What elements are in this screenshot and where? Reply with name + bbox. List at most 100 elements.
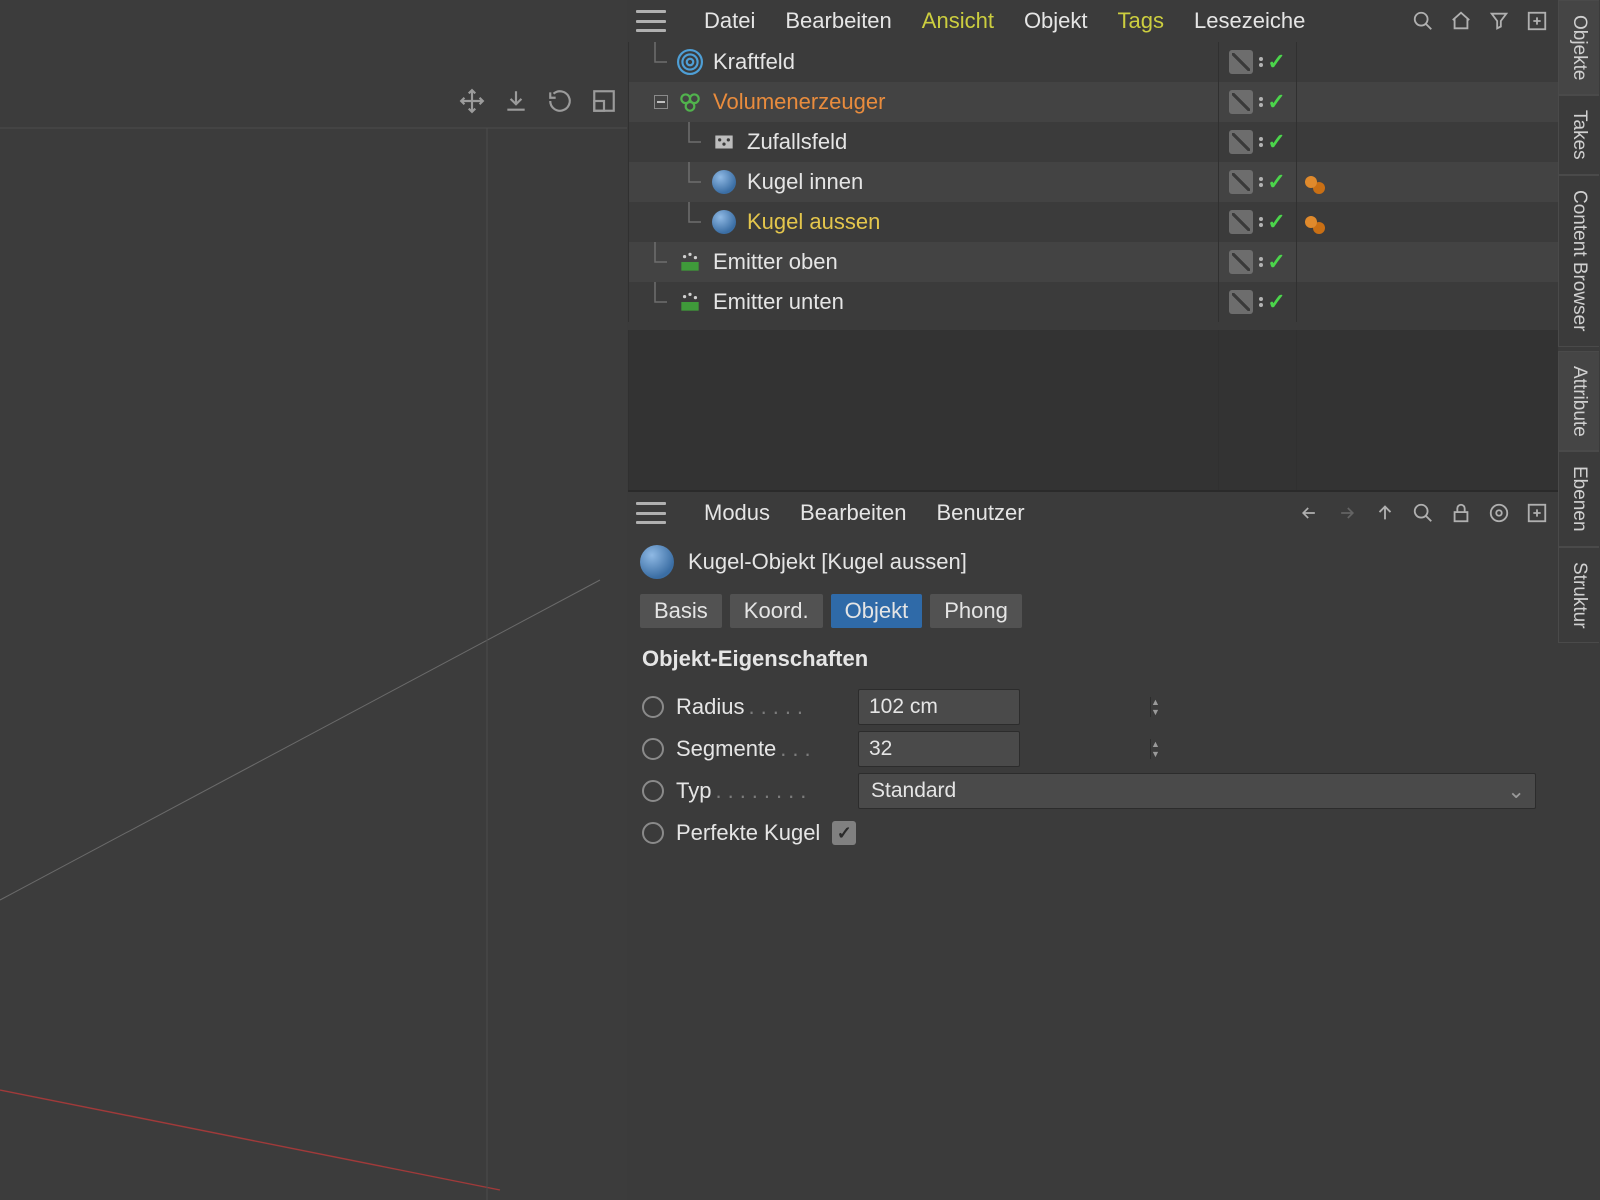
- tag-cell[interactable]: [1296, 242, 1336, 282]
- target-icon[interactable]: [1486, 500, 1512, 526]
- object-label[interactable]: Emitter unten: [713, 289, 844, 315]
- refresh-icon[interactable]: [545, 86, 575, 116]
- menu-bookmarks[interactable]: Lesezeiche: [1194, 8, 1305, 34]
- layer-flag-icon[interactable]: [1229, 250, 1253, 274]
- download-icon[interactable]: [501, 86, 531, 116]
- radius-input[interactable]: [859, 695, 1150, 719]
- visibility-dots-icon[interactable]: [1259, 297, 1263, 307]
- spin-down-icon[interactable]: ▼: [1151, 749, 1160, 759]
- tree-row[interactable]: Kraftfeld ✓: [628, 42, 1558, 82]
- menu-edit[interactable]: Bearbeiten: [785, 8, 891, 34]
- visibility-flags[interactable]: ✓: [1218, 282, 1296, 322]
- phong-tag-icon[interactable]: [1305, 176, 1317, 188]
- home-icon[interactable]: [1448, 8, 1474, 34]
- tree-row[interactable]: Volumenerzeuger ✓: [628, 82, 1558, 122]
- keyframe-toggle[interactable]: [642, 822, 664, 844]
- collapse-icon[interactable]: [647, 82, 675, 122]
- sidetab-content[interactable]: Content Browser: [1558, 175, 1599, 347]
- segments-input[interactable]: [859, 737, 1150, 761]
- menu-object[interactable]: Objekt: [1024, 8, 1088, 34]
- layer-flag-icon[interactable]: [1229, 90, 1253, 114]
- enable-check-icon[interactable]: ✓: [1267, 209, 1285, 235]
- layer-flag-icon[interactable]: [1229, 290, 1253, 314]
- visibility-dots-icon[interactable]: [1259, 217, 1263, 227]
- menu-mode[interactable]: Modus: [704, 500, 770, 526]
- enable-check-icon[interactable]: ✓: [1267, 89, 1285, 115]
- visibility-dots-icon[interactable]: [1259, 137, 1263, 147]
- search-icon[interactable]: [1410, 8, 1436, 34]
- visibility-flags[interactable]: ✓: [1218, 242, 1296, 282]
- tree-row[interactable]: Kugel aussen ✓: [628, 202, 1558, 242]
- visibility-dots-icon[interactable]: [1259, 177, 1263, 187]
- sidetab-attribute[interactable]: Attribute: [1558, 351, 1599, 452]
- tree-row[interactable]: Emitter oben ✓: [628, 242, 1558, 282]
- tab-basis[interactable]: Basis: [640, 594, 722, 628]
- spin-up-icon[interactable]: ▲: [1151, 697, 1160, 707]
- segments-field[interactable]: ▲▼: [858, 731, 1020, 767]
- lock-icon[interactable]: [1448, 500, 1474, 526]
- enable-check-icon[interactable]: ✓: [1267, 249, 1285, 275]
- object-label[interactable]: Kraftfeld: [713, 49, 795, 75]
- visibility-flags[interactable]: ✓: [1218, 122, 1296, 162]
- keyframe-toggle[interactable]: [642, 738, 664, 760]
- enable-check-icon[interactable]: ✓: [1267, 49, 1285, 75]
- tab-koord[interactable]: Koord.: [730, 594, 823, 628]
- filter-icon[interactable]: [1486, 8, 1512, 34]
- layer-flag-icon[interactable]: [1229, 130, 1253, 154]
- menu-icon[interactable]: [636, 10, 666, 32]
- move-icon[interactable]: [457, 86, 487, 116]
- tag-cell[interactable]: [1296, 122, 1336, 162]
- menu-tags[interactable]: Tags: [1118, 8, 1164, 34]
- maximize-icon[interactable]: [589, 86, 619, 116]
- nav-up-icon[interactable]: [1372, 500, 1398, 526]
- layer-flag-icon[interactable]: [1229, 210, 1253, 234]
- layer-flag-icon[interactable]: [1229, 170, 1253, 194]
- object-label[interactable]: Zufallsfeld: [747, 129, 847, 155]
- nav-back-icon[interactable]: [1296, 500, 1322, 526]
- visibility-dots-icon[interactable]: [1259, 97, 1263, 107]
- tag-cell[interactable]: [1296, 162, 1336, 202]
- spin-up-icon[interactable]: ▲: [1151, 739, 1160, 749]
- menu-edit[interactable]: Bearbeiten: [800, 500, 906, 526]
- perfect-sphere-checkbox[interactable]: ✓: [832, 821, 856, 845]
- tab-objekt[interactable]: Objekt: [831, 594, 923, 628]
- visibility-dots-icon[interactable]: [1259, 57, 1263, 67]
- new-window-icon[interactable]: [1524, 8, 1550, 34]
- object-label[interactable]: Kugel innen: [747, 169, 863, 195]
- type-select[interactable]: Standard ⌄: [858, 773, 1536, 809]
- viewport[interactable]: [0, 0, 627, 1200]
- visibility-flags[interactable]: ✓: [1218, 82, 1296, 122]
- keyframe-toggle[interactable]: [642, 696, 664, 718]
- tree-row[interactable]: Emitter unten ✓: [628, 282, 1558, 322]
- tree-row[interactable]: Zufallsfeld ✓: [628, 122, 1558, 162]
- keyframe-toggle[interactable]: [642, 780, 664, 802]
- tree-row[interactable]: Kugel innen ✓: [628, 162, 1558, 202]
- object-label[interactable]: Kugel aussen: [747, 209, 880, 235]
- tag-cell[interactable]: [1296, 82, 1336, 122]
- tag-cell[interactable]: [1296, 42, 1336, 82]
- new-window-icon[interactable]: [1524, 500, 1550, 526]
- enable-check-icon[interactable]: ✓: [1267, 289, 1285, 315]
- menu-view[interactable]: Ansicht: [922, 8, 994, 34]
- object-label[interactable]: Volumenerzeuger: [713, 89, 885, 115]
- tag-cell[interactable]: [1296, 282, 1336, 322]
- sidetab-takes[interactable]: Takes: [1558, 95, 1599, 175]
- search-icon[interactable]: [1410, 500, 1436, 526]
- enable-check-icon[interactable]: ✓: [1267, 129, 1285, 155]
- menu-icon[interactable]: [636, 502, 666, 524]
- radius-field[interactable]: ▲▼: [858, 689, 1020, 725]
- enable-check-icon[interactable]: ✓: [1267, 169, 1285, 195]
- object-label[interactable]: Emitter oben: [713, 249, 838, 275]
- visibility-flags[interactable]: ✓: [1218, 162, 1296, 202]
- layer-flag-icon[interactable]: [1229, 50, 1253, 74]
- phong-tag-icon[interactable]: [1305, 216, 1317, 228]
- tag-cell[interactable]: [1296, 202, 1336, 242]
- visibility-dots-icon[interactable]: [1259, 257, 1263, 267]
- spin-down-icon[interactable]: ▼: [1151, 707, 1160, 717]
- menu-file[interactable]: Datei: [704, 8, 755, 34]
- object-tree[interactable]: Kraftfeld✓Volumenerzeuger✓Zufallsfeld✓Ku…: [628, 42, 1558, 330]
- sidetab-layers[interactable]: Ebenen: [1558, 451, 1599, 547]
- sidetab-structure[interactable]: Struktur: [1558, 547, 1599, 644]
- visibility-flags[interactable]: ✓: [1218, 42, 1296, 82]
- visibility-flags[interactable]: ✓: [1218, 202, 1296, 242]
